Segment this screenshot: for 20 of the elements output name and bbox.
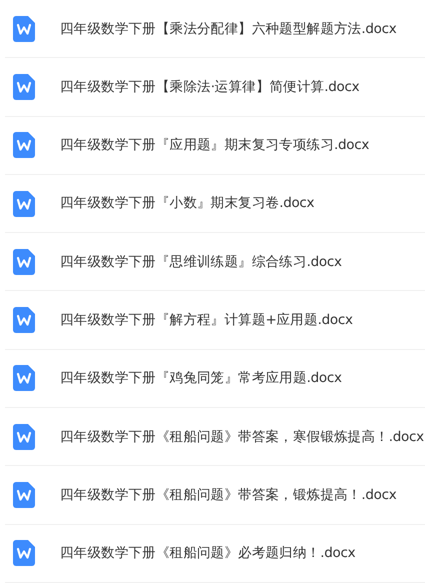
word-document-icon	[13, 424, 35, 450]
file-name[interactable]: 四年级数学下册《租船问题》必考题归纳！.docx	[60, 543, 356, 564]
file-name[interactable]: 四年级数学下册『解方程』计算题+应用题.docx	[60, 310, 353, 330]
file-name[interactable]: 四年级数学下册『鸡兔同笼』常考应用题.docx	[60, 368, 342, 389]
word-document-icon	[13, 540, 35, 566]
word-document-icon	[13, 132, 35, 158]
file-name[interactable]: 四年级数学下册《租船问题》带答案，寒假锻炼提高！.docx	[60, 426, 424, 447]
word-document-icon	[13, 365, 35, 392]
file-name[interactable]: 四年级数学下册【乘除法·运算律】简便计算.docx	[60, 76, 360, 98]
word-document-icon	[13, 482, 35, 508]
word-document-icon	[13, 307, 35, 334]
file-name[interactable]: 四年级数学下册『应用题』期末复习专项练习.docx	[60, 135, 370, 156]
file-name[interactable]: 四年级数学下册『小数』期末复习卷.docx	[60, 193, 314, 214]
word-document-icon	[13, 190, 35, 217]
file-name[interactable]: 四年级数学下册《租船问题》带答案，锻炼提高！.docx	[60, 484, 396, 506]
word-document-icon	[13, 74, 35, 100]
file-name[interactable]: 四年级数学下册『思维训练题』综合练习.docx	[60, 252, 342, 272]
word-document-icon	[13, 248, 35, 275]
file-name[interactable]: 四年级数学下册【乘法分配律】六种题型解题方法.docx	[60, 18, 396, 39]
word-document-icon	[13, 16, 35, 42]
